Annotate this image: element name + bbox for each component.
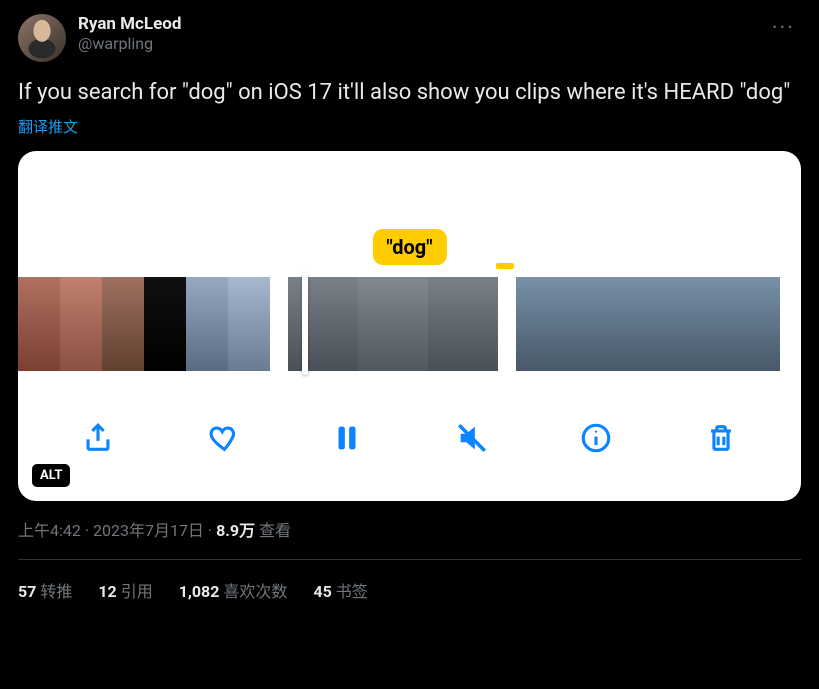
author-name: Ryan McLeod — [78, 14, 766, 34]
mute-icon[interactable] — [450, 416, 494, 460]
tweet-text: If you search for "dog" on iOS 17 it'll … — [18, 78, 801, 108]
views-count: 8.9万 — [216, 521, 255, 540]
clip-frame — [18, 277, 60, 371]
clip-frame — [516, 277, 560, 371]
views-label: 查看 — [255, 521, 291, 540]
clip-frame — [358, 277, 428, 371]
tweet-header: Ryan McLeod @warpling ··· — [18, 14, 801, 62]
clip-frame — [144, 277, 186, 371]
share-icon[interactable] — [76, 416, 120, 460]
clip-frame — [102, 277, 144, 371]
clip-frame — [288, 277, 358, 371]
timeline-marker — [496, 263, 514, 269]
tweet-container: Ryan McLeod @warpling ··· If you search … — [0, 0, 819, 602]
pause-icon[interactable] — [325, 416, 369, 460]
author-block[interactable]: Ryan McLeod @warpling — [78, 14, 766, 53]
stat-likes[interactable]: 1,082喜欢次数 — [179, 578, 288, 602]
info-icon[interactable] — [574, 416, 618, 460]
video-scrubber-strip[interactable] — [18, 277, 801, 371]
stat-quotes[interactable]: 12引用 — [98, 578, 152, 602]
tweet-time[interactable]: 上午4:42 — [18, 521, 81, 540]
tweet-meta: 上午4:42 · 2023年7月17日 · 8.9万 查看 — [18, 517, 801, 541]
clip-frame — [736, 277, 780, 371]
clip-frame — [228, 277, 270, 371]
clip-frame — [186, 277, 228, 371]
clip-frame — [692, 277, 736, 371]
author-handle: @warpling — [78, 34, 766, 53]
translate-link[interactable]: 翻译推文 — [18, 116, 801, 137]
trash-icon[interactable] — [699, 416, 743, 460]
playhead[interactable] — [302, 273, 308, 375]
media-card[interactable]: "dog" — [18, 151, 801, 501]
stat-retweets[interactable]: 57转推 — [18, 578, 72, 602]
clip-group — [18, 277, 270, 371]
clip-frame — [428, 277, 498, 371]
stat-bookmarks[interactable]: 45书签 — [313, 578, 367, 602]
avatar[interactable] — [18, 14, 66, 62]
clip-frame — [560, 277, 604, 371]
clip-frame — [60, 277, 102, 371]
clip-frame — [604, 277, 648, 371]
heart-icon[interactable] — [201, 416, 245, 460]
search-term-pill: "dog" — [372, 229, 446, 265]
media-toolbar — [18, 407, 801, 469]
clip-group-active — [288, 277, 498, 371]
clip-group — [516, 277, 780, 371]
alt-badge[interactable]: ALT — [32, 464, 70, 487]
more-icon[interactable]: ··· — [766, 14, 801, 43]
clip-frame — [648, 277, 692, 371]
tweet-stats: 57转推 12引用 1,082喜欢次数 45书签 — [18, 560, 801, 602]
tweet-date[interactable]: 2023年7月17日 — [93, 521, 204, 540]
